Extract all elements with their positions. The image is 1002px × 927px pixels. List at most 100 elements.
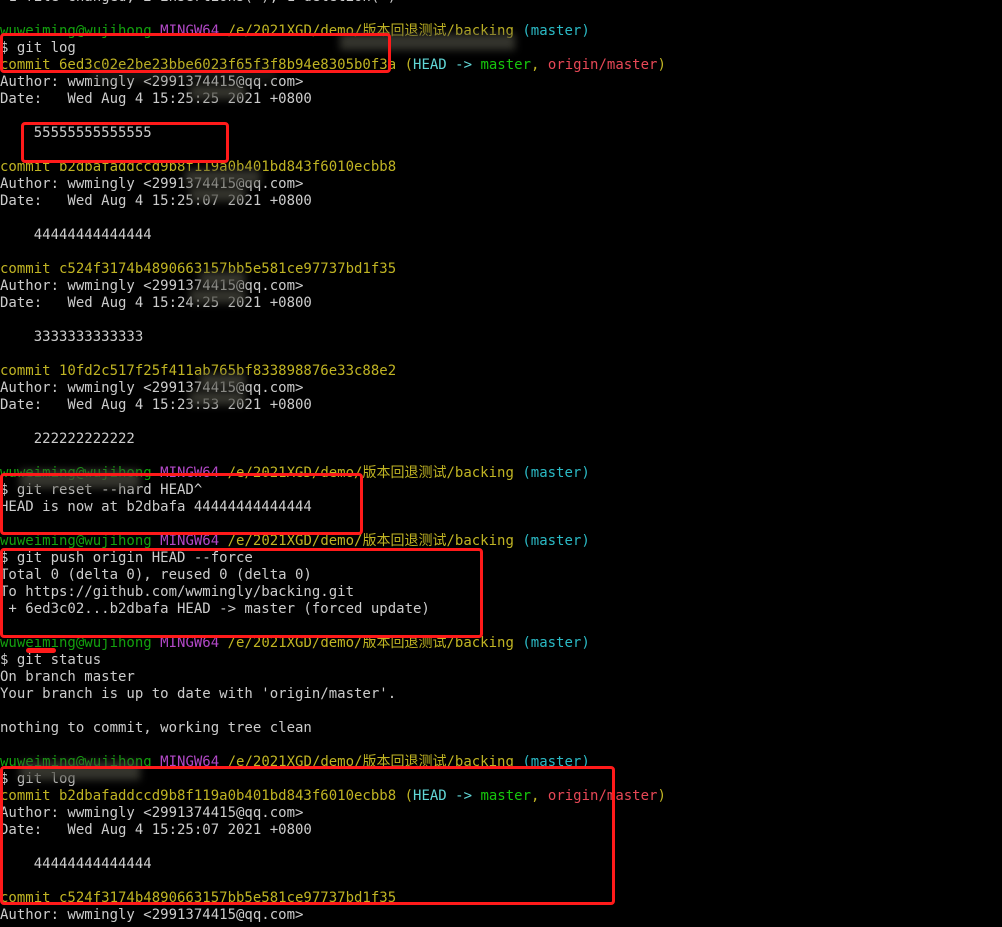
- terminal-text-segment: Total 0 (delta 0), reused 0 (delta 0): [0, 567, 312, 583]
- terminal-text-segment: (master): [522, 533, 590, 549]
- terminal-text-segment: Author: wwmingly <2991374415@qq.com>: [0, 805, 304, 821]
- terminal-text-segment: (: [396, 788, 414, 804]
- terminal-text-segment: ): [657, 57, 666, 73]
- terminal-text-segment: /e/2021XGD/demo/版本回退测试/backing: [227, 465, 514, 481]
- terminal-text-segment: MINGW64: [160, 754, 220, 770]
- terminal-text-segment: wuweiming@wujihong: [0, 635, 152, 651]
- terminal-text-segment: MINGW64: [160, 23, 220, 39]
- terminal-text-segment: commit b2dbafaddccd9b8f119a0b401bd843f60…: [0, 159, 397, 175]
- terminal-text-segment: wuweiming@wujihong: [0, 533, 152, 549]
- terminal-line: commit b2dbafaddccd9b8f119a0b401bd843f60…: [0, 788, 1002, 805]
- terminal-line: Author: wwmingly <2991374415@qq.com>: [0, 380, 1002, 397]
- terminal-line: wuweiming@wujihong MINGW64 /e/2021XGD/de…: [0, 23, 1002, 40]
- terminal-line: HEAD is now at b2dbafa 44444444444444: [0, 499, 1002, 516]
- terminal-line: $ git reset --hard HEAD^: [0, 482, 1002, 499]
- terminal-text-segment: commit c524f3174b4890663157bb5e581ce9773…: [0, 261, 397, 277]
- terminal-line: 44444444444444: [0, 856, 1002, 873]
- terminal-text-segment: Your branch is up to date with 'origin/m…: [0, 686, 397, 702]
- terminal-text-segment: Date: Wed Aug 4 15:25:07 2021 +0800: [0, 822, 312, 838]
- terminal-line: + 6ed3c02...b2dbafa HEAD -> master (forc…: [0, 601, 1002, 618]
- terminal-text-segment: $ git push origin HEAD --force: [0, 550, 253, 566]
- terminal-text-segment: MINGW64: [160, 465, 220, 481]
- terminal-line: commit b2dbafaddccd9b8f119a0b401bd843f60…: [0, 159, 1002, 176]
- terminal-text-segment: $ git status: [0, 652, 102, 668]
- terminal-text-segment: To https://github.com/wwmingly/backing.g…: [0, 584, 355, 600]
- terminal-text-segment: nothing to commit, working tree clean: [0, 720, 312, 736]
- terminal-text-segment: commit b2dbafaddccd9b8f119a0b401bd843f60…: [0, 788, 397, 804]
- terminal-text-segment: ): [657, 788, 666, 804]
- terminal-text-segment: 44444444444444: [0, 227, 152, 243]
- terminal-text-segment: wuweiming@wujihong: [0, 23, 152, 39]
- terminal-text-segment: 55555555555555: [0, 125, 152, 141]
- terminal-text-segment: commit 6ed3c02e2be23bbe6023f65f3f8b94e83…: [0, 57, 397, 73]
- terminal-output[interactable]: 1 file changed, 2 insertions(+), 1 delet…: [0, 0, 1002, 924]
- terminal-line: Author: wwmingly <2991374415@qq.com>: [0, 74, 1002, 91]
- terminal-line: Date: Wed Aug 4 15:25:25 2021 +0800: [0, 91, 1002, 108]
- terminal-line: commit c524f3174b4890663157bb5e581ce9773…: [0, 890, 1002, 907]
- terminal-text-segment: $ git log: [0, 40, 76, 56]
- terminal-line: commit 10fd2c517f25f411ab765bf833898876e…: [0, 363, 1002, 380]
- terminal-text-segment: Date: Wed Aug 4 15:24:25 2021 +0800: [0, 295, 312, 311]
- terminal-line: Date: Wed Aug 4 15:23:53 2021 +0800: [0, 397, 1002, 414]
- terminal-text-segment: /e/2021XGD/demo/版本回退测试/backing: [227, 533, 514, 549]
- terminal-text-segment: commit c524f3174b4890663157bb5e581ce9773…: [0, 890, 397, 906]
- terminal-text-segment: (master): [522, 465, 590, 481]
- terminal-text-segment: MINGW64: [160, 533, 220, 549]
- terminal-line: Author: wwmingly <2991374415@qq.com>: [0, 278, 1002, 295]
- terminal-text-segment: 3333333333333: [0, 329, 144, 345]
- terminal-text-segment: MINGW64: [160, 635, 220, 651]
- terminal-line: Author: wwmingly <2991374415@qq.com>: [0, 176, 1002, 193]
- terminal-text-segment: $ git reset --hard HEAD^: [0, 482, 203, 498]
- terminal-line: Date: Wed Aug 4 15:25:07 2021 +0800: [0, 822, 1002, 839]
- terminal-text-segment: HEAD is now at b2dbafa 44444444444444: [0, 499, 312, 515]
- terminal-text-segment: (: [396, 57, 414, 73]
- terminal-text-segment: wuweiming@wujihong: [0, 465, 152, 481]
- terminal-text-segment: Date: Wed Aug 4 15:25:07 2021 +0800: [0, 193, 312, 209]
- terminal-text-segment: (master): [522, 635, 590, 651]
- terminal-line: commit 6ed3c02e2be23bbe6023f65f3f8b94e83…: [0, 57, 1002, 74]
- terminal-line: Your branch is up to date with 'origin/m…: [0, 686, 1002, 703]
- terminal-text-segment: origin/master: [547, 788, 658, 804]
- terminal-line: On branch master: [0, 669, 1002, 686]
- terminal-text-segment: commit 10fd2c517f25f411ab765bf833898876e…: [0, 363, 397, 379]
- terminal-text-segment: $ git log: [0, 771, 76, 787]
- terminal-text-segment: + 6ed3c02...b2dbafa HEAD -> master (forc…: [0, 601, 430, 617]
- terminal-text-segment: 222222222222: [0, 431, 135, 447]
- terminal-text-segment: 44444444444444: [0, 856, 152, 872]
- terminal-text-segment: 1 file changed, 2 insertions(+), 1 delet…: [0, 0, 396, 5]
- terminal-text-segment: Author: wwmingly <2991374415@qq.com>: [0, 907, 304, 923]
- terminal-line: $ git push origin HEAD --force: [0, 550, 1002, 567]
- terminal-line: To https://github.com/wwmingly/backing.g…: [0, 584, 1002, 601]
- terminal-text-segment: master: [480, 788, 532, 804]
- terminal-line: Date: Wed Aug 4 15:25:07 2021 +0800: [0, 193, 1002, 210]
- terminal-text-segment: Author: wwmingly <2991374415@qq.com>: [0, 278, 304, 294]
- terminal-text-segment: ,: [531, 788, 548, 804]
- terminal-line: Date: Wed Aug 4 15:24:25 2021 +0800: [0, 295, 1002, 312]
- terminal-line: wuweiming@wujihong MINGW64 /e/2021XGD/de…: [0, 533, 1002, 550]
- terminal-line: $ git log: [0, 771, 1002, 788]
- terminal-text-segment: /e/2021XGD/demo/版本回退测试/backing: [227, 754, 514, 770]
- terminal-text-segment: (master): [522, 23, 590, 39]
- terminal-text-segment: origin/master: [547, 57, 658, 73]
- terminal-text-segment: wuweiming@wujihong: [0, 754, 152, 770]
- terminal-line: 3333333333333: [0, 329, 1002, 346]
- terminal-line: wuweiming@wujihong MINGW64 /e/2021XGD/de…: [0, 465, 1002, 482]
- terminal-text-segment: HEAD ->: [413, 788, 481, 804]
- terminal-text-segment: ,: [531, 57, 548, 73]
